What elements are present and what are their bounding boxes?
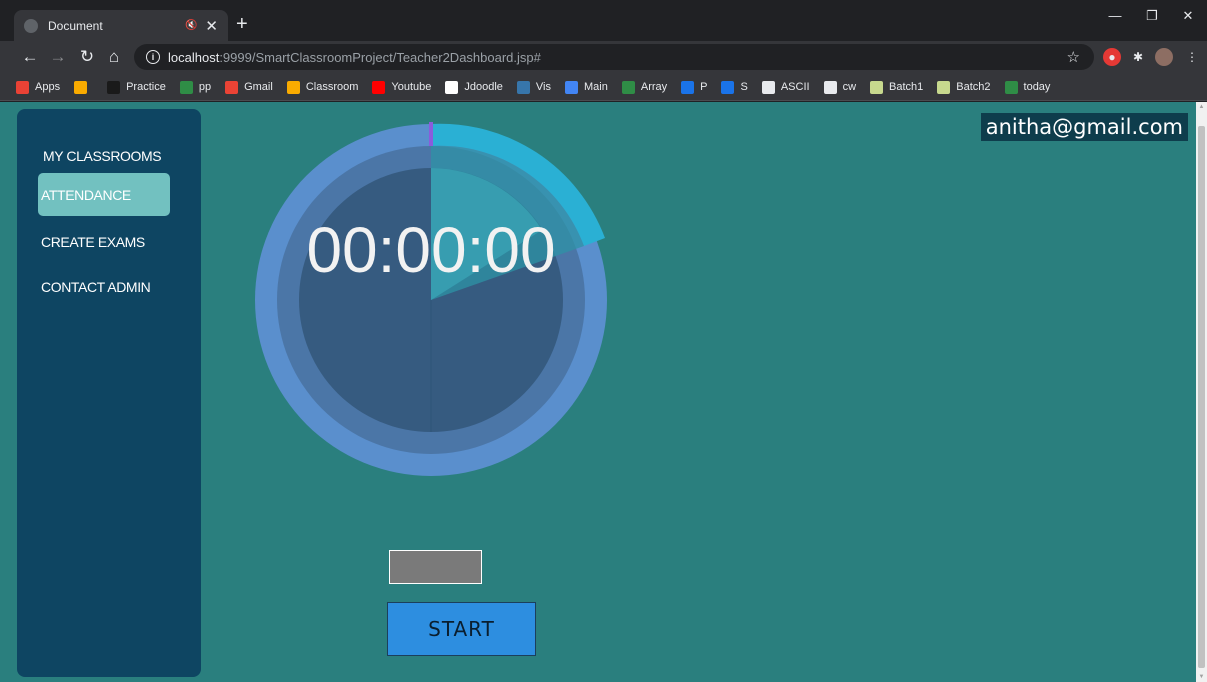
sidebar-item-create-exams[interactable]: CREATE EXAMS	[38, 220, 170, 263]
bookmark-label: Vis	[535, 81, 552, 93]
forward-icon[interactable]: →	[48, 47, 68, 67]
scroll-up-icon[interactable]: ▲	[1196, 104, 1207, 110]
bookmark-label: Youtube	[391, 81, 432, 93]
page-scrollbar[interactable]: ▲ ▼	[1196, 102, 1207, 682]
bookmarks-bar: Apps Practice pp Gmail Classroom Youtube Jdood…	[0, 74, 1207, 101]
reload-icon[interactable]: ↻	[77, 47, 97, 67]
python-icon	[516, 80, 530, 94]
gfg-icon	[179, 80, 193, 94]
youtube-icon	[372, 80, 386, 94]
bookmark-item[interactable]: Main	[565, 80, 608, 94]
bookmark-label: P	[700, 81, 708, 93]
home-icon[interactable]: ⌂	[104, 47, 124, 67]
timer-dial	[255, 122, 607, 476]
close-tab-icon[interactable]: ✕	[205, 17, 218, 35]
new-tab-button[interactable]: +	[236, 13, 248, 35]
bookmark-item[interactable]: cw	[823, 80, 857, 94]
bookmark-label: Batch1	[889, 81, 924, 93]
sheets-icon	[870, 80, 884, 94]
mute-icon[interactable]: 🔇	[185, 20, 197, 31]
bookmark-label: Jdoodle	[464, 81, 503, 93]
bookmark-item[interactable]: Classroom	[286, 80, 359, 94]
user-email: anitha@gmail.com	[980, 113, 1188, 141]
bookmark-label: Classroom	[305, 81, 359, 93]
sheets-icon	[937, 80, 951, 94]
bookmark-label: today	[1023, 81, 1051, 93]
browser-menu-icon[interactable]: ⋮	[1183, 48, 1201, 66]
bookmark-item[interactable]: Youtube	[372, 80, 432, 94]
bookmark-label: ASCII	[780, 81, 810, 93]
adblock-extension-icon[interactable]: ●	[1103, 48, 1121, 66]
globe-icon	[823, 80, 837, 94]
bookmark-label: Gmail	[244, 81, 273, 93]
jdoodle-icon	[445, 80, 459, 94]
bookmark-item[interactable]	[74, 80, 93, 94]
sidebar-item-my-classrooms[interactable]: MY CLASSROOMS	[38, 134, 170, 177]
extensions-puzzle-icon[interactable]: ✱	[1129, 48, 1147, 66]
s-icon	[681, 80, 695, 94]
restore-icon[interactable]: ❐	[1142, 8, 1162, 24]
bookmark-item[interactable]: Batch1	[870, 80, 924, 94]
bookmark-item[interactable]: Apps	[16, 80, 61, 94]
scroll-down-icon[interactable]: ▼	[1196, 674, 1207, 680]
docs-icon	[565, 80, 579, 94]
bookmark-item[interactable]: S	[721, 80, 748, 94]
bookmark-label: S	[740, 81, 748, 93]
minimize-icon[interactable]: —	[1105, 8, 1125, 23]
classroom-icon	[286, 80, 300, 94]
browser-tab-strip: Document 🔇 ✕ + — ❐ ✕	[0, 0, 1207, 41]
bookmark-item[interactable]: Gmail	[225, 80, 273, 94]
practice-icon	[107, 80, 121, 94]
bookmark-item[interactable]: ASCII	[761, 80, 810, 94]
profile-avatar-icon[interactable]	[1155, 48, 1173, 66]
bookmark-label: cw	[842, 81, 857, 93]
url-host: localhost	[168, 49, 220, 65]
folder-icon	[74, 80, 88, 94]
close-window-icon[interactable]: ✕	[1178, 8, 1198, 24]
gfg-icon	[1004, 80, 1018, 94]
bookmark-item[interactable]: Jdoodle	[445, 80, 503, 94]
bookmark-item[interactable]: Practice	[107, 80, 166, 94]
bookmark-item[interactable]: Batch2	[937, 80, 991, 94]
minutes-input[interactable]	[389, 550, 482, 584]
browser-toolbar: ← → ↻ ⌂ i localhost :9999/SmartClassroom…	[0, 41, 1207, 74]
globe-icon	[24, 18, 38, 33]
bookmark-item[interactable]: Array	[621, 80, 668, 94]
bookmark-item[interactable]: P	[681, 80, 708, 94]
bookmark-item[interactable]: Vis	[516, 80, 552, 94]
bookmark-item[interactable]: today	[1004, 80, 1051, 94]
scrollbar-thumb[interactable]	[1198, 126, 1205, 668]
bookmark-label: Array	[640, 81, 668, 93]
info-icon[interactable]: i	[146, 50, 160, 64]
apps-grid-icon	[16, 80, 29, 94]
sidebar-item-contact-admin[interactable]: CONTACT ADMIN	[38, 265, 170, 308]
tab-title: Document	[48, 18, 103, 33]
s-icon	[721, 80, 735, 94]
page-content: MY CLASSROOMS ATTENDANCE CREATE EXAMS CO…	[0, 102, 1207, 682]
gmail-icon	[225, 80, 239, 94]
address-bar[interactable]: i localhost :9999/SmartClassroomProject/…	[134, 44, 1094, 70]
gfg-icon	[621, 80, 635, 94]
bookmark-item[interactable]: pp	[179, 80, 212, 94]
bookmark-label: pp	[198, 81, 212, 93]
bookmark-star-icon[interactable]: ☆	[1067, 48, 1080, 66]
sidebar: MY CLASSROOMS ATTENDANCE CREATE EXAMS CO…	[17, 109, 201, 677]
bookmark-label: Main	[584, 81, 608, 93]
globe-icon	[761, 80, 775, 94]
bookmark-label: Practice	[126, 81, 166, 93]
start-button[interactable]: START	[387, 602, 536, 656]
bookmark-label: Batch2	[956, 81, 991, 93]
timer-display: 00:00:00	[306, 214, 556, 286]
url-path: :9999/SmartClassroomProject/Teacher2Dash…	[219, 49, 541, 65]
bookmark-label: Apps	[35, 81, 61, 93]
timer-top-marker	[429, 122, 433, 146]
back-icon[interactable]: ←	[20, 47, 40, 67]
browser-tab[interactable]: Document 🔇 ✕	[14, 10, 228, 41]
sidebar-item-attendance[interactable]: ATTENDANCE	[38, 173, 170, 216]
